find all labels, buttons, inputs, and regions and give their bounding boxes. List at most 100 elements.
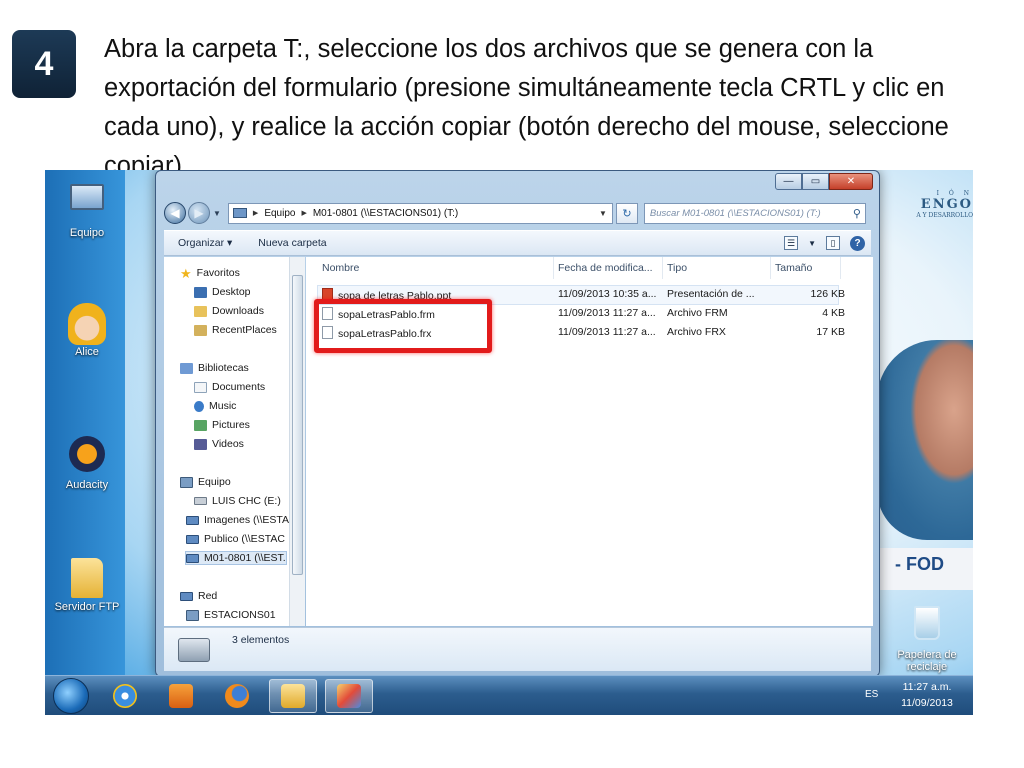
music-icon	[194, 400, 204, 412]
media-player-icon	[169, 684, 193, 708]
wallpaper-brand: - FOD	[895, 554, 944, 574]
item-count: 3 elementos	[232, 634, 290, 646]
taskbar-internet-explorer[interactable]	[101, 679, 149, 713]
desktop-screenshot: I Ó N ENGO A Y DESARROLLO - FOD Equipo A…	[45, 170, 973, 715]
chevron-right-icon: ▶	[252, 210, 259, 217]
nav-estacions01[interactable]: ESTACIONS01	[186, 609, 276, 621]
desktop-icon-label: Alice	[75, 346, 99, 358]
taskbar-explorer[interactable]	[269, 679, 317, 713]
nav-m01-0801[interactable]: M01-0801 (\\EST.	[185, 551, 287, 565]
wallpaper-logo-line2: ENGO	[920, 197, 973, 212]
breadcrumb-equipo[interactable]: Equipo	[264, 208, 295, 219]
file-date: 11/09/2013 11:27 a...	[558, 307, 656, 319]
desktop-icon-audacity[interactable]: Audacity	[51, 434, 123, 491]
refresh-button[interactable]: ↻	[615, 202, 638, 224]
recent-places-icon	[194, 324, 207, 336]
forward-button[interactable]: ▶	[188, 202, 210, 224]
nav-publico[interactable]: Publico (\\ESTAC	[186, 533, 285, 545]
scrollbar-thumb[interactable]	[292, 275, 303, 575]
firefox-icon	[225, 684, 249, 708]
document-icon	[194, 381, 207, 393]
column-header-size[interactable]: Tamaño	[771, 257, 841, 279]
downloads-icon	[194, 305, 207, 317]
column-header-name[interactable]: Nombre	[318, 257, 554, 279]
recent-pages-dropdown[interactable]: ▼	[213, 209, 221, 218]
wallpaper-logo-line3: A Y DESARROLLO	[916, 212, 973, 219]
address-dropdown-icon[interactable]: ▼	[599, 209, 607, 218]
address-bar[interactable]: ▶ Equipo ▶ M01-0801 (\\ESTACIONS01) (T:)…	[227, 202, 613, 224]
alice-icon	[68, 303, 106, 345]
file-type: Presentación de ...	[667, 288, 755, 300]
nav-label: Videos	[212, 438, 244, 450]
file-type: Archivo FRM	[667, 307, 728, 319]
taskbar-paint[interactable]	[325, 679, 373, 713]
nav-documents[interactable]: Documents	[194, 381, 265, 393]
chevron-right-icon: ▶	[301, 210, 307, 217]
recycle-bin-icon	[914, 606, 940, 640]
nav-computer[interactable]: Equipo	[180, 476, 231, 488]
network-drive-icon	[186, 534, 199, 544]
nav-videos[interactable]: Videos	[194, 438, 244, 450]
clock-date: 11/09/2013	[901, 697, 953, 709]
nav-label: Music	[209, 400, 237, 412]
organize-button[interactable]: Organizar ▾	[178, 237, 232, 249]
nav-desktop[interactable]: Desktop	[194, 286, 251, 298]
search-input[interactable]: Buscar M01-0801 (\\ESTACIONS01) (T:) ⚲	[643, 202, 866, 224]
desktop-icon-label: Papelera de reciclaje	[897, 649, 957, 673]
close-button[interactable]: ✕	[829, 173, 873, 190]
desktop-icon-alice[interactable]: Alice	[51, 303, 123, 358]
maximize-button[interactable]: ▭	[802, 173, 829, 190]
new-folder-button[interactable]: Nueva carpeta	[258, 237, 326, 249]
nav-drive-e[interactable]: LUIS CHC (E:)	[194, 495, 281, 507]
desktop-icon-equipo[interactable]: Equipo	[51, 180, 123, 239]
column-header-type[interactable]: Tipo	[663, 257, 771, 279]
nav-downloads[interactable]: Downloads	[194, 305, 264, 317]
computer-icon	[232, 208, 247, 218]
nav-music[interactable]: Music	[194, 400, 236, 412]
nav-favorites[interactable]: ★ Favoritos	[180, 267, 240, 280]
clock-time: 11:27 a.m.	[902, 681, 952, 693]
nav-recentplaces[interactable]: RecentPlaces	[194, 324, 277, 336]
column-header-date[interactable]: Fecha de modifica...	[554, 257, 663, 279]
folder-icon	[281, 684, 305, 708]
computer-icon	[180, 476, 193, 488]
step-badge: 4	[12, 30, 76, 98]
desktop-icon-recycle-bin[interactable]: Papelera de reciclaje	[891, 602, 963, 673]
back-button[interactable]: ◀	[164, 202, 186, 224]
nav-network[interactable]: Red	[180, 590, 217, 602]
desktop-icon-servidor-ftp[interactable]: Servidor FTP	[51, 558, 123, 613]
preview-pane-icon[interactable]: ▯	[826, 236, 840, 250]
taskbar-media-player[interactable]	[157, 679, 205, 713]
nav-pictures[interactable]: Pictures	[194, 419, 250, 431]
help-icon[interactable]: ?	[850, 235, 865, 251]
navigation-pane: ★ Favoritos Desktop Downloads RecentPlace…	[164, 257, 305, 626]
status-bar: 3 elementos	[164, 627, 871, 671]
pictures-icon	[194, 419, 207, 431]
minimize-button[interactable]: —	[775, 173, 802, 190]
nav-label: Bibliotecas	[198, 362, 249, 374]
desktop-icon	[194, 286, 207, 298]
navigation-scrollbar[interactable]	[289, 257, 305, 626]
language-indicator[interactable]: ES	[865, 689, 878, 700]
clock[interactable]: 11:27 a.m. 11/09/2013	[897, 679, 957, 711]
step-number: 4	[34, 44, 54, 83]
nav-label: Imagenes (\\ESTA	[204, 514, 290, 526]
file-date: 11/09/2013 10:35 a...	[558, 288, 657, 300]
nav-libraries[interactable]: Bibliotecas	[180, 362, 249, 374]
file-size: 4 KB	[822, 307, 845, 319]
nav-label: Red	[198, 590, 218, 602]
navigation-row: ◀ ▶ ▼ ▶ Equipo ▶ M01-0801 (\\ESTACIONS01…	[164, 200, 871, 226]
nav-label: Documents	[212, 381, 266, 393]
nav-imagenes[interactable]: Imagenes (\\ESTA	[186, 514, 289, 526]
wallpaper-logo-line1: I Ó N	[936, 190, 973, 197]
nav-label: Pictures	[212, 419, 250, 431]
start-button[interactable]	[53, 678, 89, 714]
network-icon	[180, 591, 193, 601]
nav-label: Equipo	[198, 476, 231, 488]
file-date: 11/09/2013 11:27 a...	[558, 326, 656, 338]
taskbar-firefox[interactable]	[213, 679, 261, 713]
chevron-down-icon[interactable]: ▼	[808, 239, 816, 248]
view-options-icon[interactable]: ☰	[784, 236, 799, 250]
breadcrumb-drive[interactable]: M01-0801 (\\ESTACIONS01) (T:)	[313, 208, 458, 219]
wallpaper-logo: I Ó N ENGO A Y DESARROLLO	[883, 190, 973, 219]
